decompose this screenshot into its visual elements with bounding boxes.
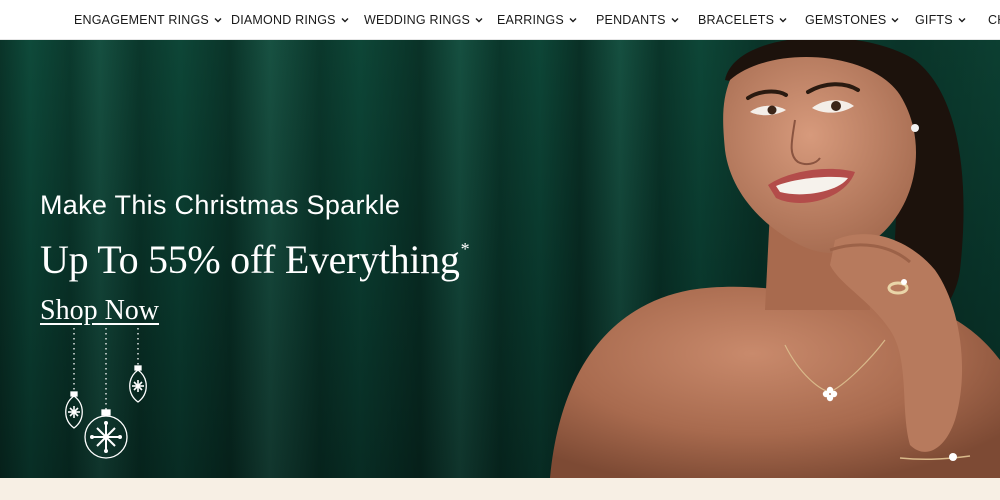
nav-item-truncated[interactable]: CH [988,0,1000,39]
promo-offer-text: Up To 55% off Everything [40,237,460,282]
nav-item-label: GEMSTONES [805,13,887,27]
nav-item-label: ENGAGEMENT RINGS [74,13,209,27]
chevron-down-icon [890,15,900,25]
nav-item-wedding-rings[interactable]: WEDDING RINGS [364,0,484,39]
promo-offer-asterisk: * [460,239,470,259]
shop-now-link[interactable]: Shop Now [40,295,159,327]
chevron-down-icon [670,15,680,25]
chevron-down-icon [474,15,484,25]
nav-item-label: GIFTS [915,13,953,27]
nav-item-bracelets[interactable]: BRACELETS [698,0,788,39]
promo-offer: Up To 55% off Everything* [40,236,470,283]
model-photo [550,40,1000,478]
nav-item-gifts[interactable]: GIFTS [915,0,967,39]
main-navigation: ENGAGEMENT RINGS DIAMOND RINGS WEDDING R… [0,0,1000,40]
hero-banner[interactable]: Make This Christmas Sparkle Up To 55% of… [0,40,1000,478]
chevron-down-icon [957,15,967,25]
chevron-down-icon [778,15,788,25]
nav-item-label: DIAMOND RINGS [231,13,336,27]
chevron-down-icon [340,15,350,25]
nav-item-gemstones[interactable]: GEMSTONES [805,0,900,39]
nav-item-diamond-rings[interactable]: DIAMOND RINGS [231,0,350,39]
nav-item-pendants[interactable]: PENDANTS [596,0,680,39]
nav-item-label: BRACELETS [698,13,775,27]
bottom-strip [0,478,1000,500]
chevron-down-icon [568,15,578,25]
nav-item-label: CH [988,13,1000,27]
snowflake-ornament-icon [65,328,147,459]
nav-item-label: WEDDING RINGS [364,13,471,27]
promo-headline: Make This Christmas Sparkle [40,190,401,220]
nav-item-engagement-rings[interactable]: ENGAGEMENT RINGS [74,0,223,39]
nav-item-earrings[interactable]: EARRINGS [497,0,578,39]
chevron-down-icon [213,15,223,25]
nav-item-label: EARRINGS [497,13,564,27]
nav-item-label: PENDANTS [596,13,666,27]
